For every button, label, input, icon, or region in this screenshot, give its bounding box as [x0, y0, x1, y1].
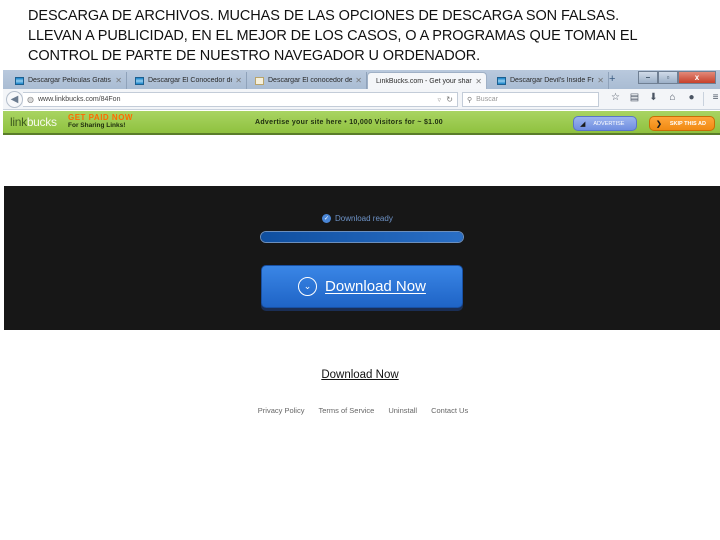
film-icon — [15, 76, 24, 85]
contact-us-link[interactable]: Contact Us — [431, 406, 468, 415]
promo-subline: For Sharing Links! — [68, 122, 126, 129]
menu-icon[interactable]: ≡ — [706, 92, 720, 106]
history-dropdown-icon[interactable]: ▿ — [437, 96, 441, 104]
reload-icon[interactable]: ↻ — [446, 95, 453, 104]
back-button[interactable]: ◀ — [6, 91, 23, 108]
tab-title: Descargar Peliculas Gratis Fu... — [28, 77, 112, 84]
skip-label: SKIP THIS AD — [669, 120, 706, 127]
promo-headline: GET PAID NOW — [68, 113, 133, 122]
slide-caption: DESCARGA DE ARCHIVOS. MUCHAS DE LAS OPCI… — [28, 6, 708, 66]
minimize-button[interactable]: – — [638, 71, 658, 84]
download-status: ✓ Download ready — [322, 214, 393, 223]
logo-link-text: link — [10, 115, 27, 129]
url-text: www.linkbucks.com/84Fon — [37, 96, 121, 103]
search-placeholder: Buscar — [476, 96, 498, 103]
close-tab-icon[interactable]: ✕ — [475, 77, 482, 86]
toolbar-icons: ☆ ▤ ⬇ ⌂ ● ≡ — [606, 92, 720, 106]
logo-bucks-text: bucks — [26, 115, 57, 129]
tab-strip: Descargar Peliculas Gratis Fu... ✕ Desca… — [3, 70, 720, 89]
new-tab-button[interactable]: + — [609, 73, 615, 85]
privacy-policy-link[interactable]: Privacy Policy — [258, 406, 305, 415]
close-tab-icon[interactable]: ✕ — [597, 76, 604, 85]
download-now-text-link[interactable]: Download Now — [0, 369, 720, 381]
maximize-button[interactable]: ▫ — [658, 71, 678, 84]
toolbar-divider — [703, 92, 704, 106]
sync-icon[interactable]: ● — [682, 92, 701, 106]
chevron-down-circle-icon: ⌄ — [298, 277, 318, 296]
window-controls: – ▫ x — [638, 71, 716, 85]
linkbucks-ad-bar: linkbucks GET PAID NOW For Sharing Links… — [3, 111, 720, 135]
tab-4-active[interactable]: LinkBucks.com - Get your share ✕ — [367, 72, 487, 89]
tab-title: Descargar El conocedor del la... — [268, 77, 353, 84]
search-icon: ⚲ — [467, 96, 473, 104]
document-icon — [255, 76, 264, 85]
tab-title: Descargar Devil's Inside Fri... — [510, 77, 595, 84]
terms-of-service-link[interactable]: Terms of Service — [318, 406, 374, 415]
tab-1[interactable]: Descargar Peliculas Gratis Fu... ✕ — [7, 72, 127, 89]
linkbucks-logo[interactable]: linkbucks — [10, 115, 57, 129]
address-bar[interactable]: ◍ www.linkbucks.com/84Fon ▿ ↻ — [23, 92, 458, 107]
caption-line-2: LLEVAN A PUBLICIDAD, EN EL MEJOR DE LOS … — [28, 28, 638, 44]
search-input[interactable]: ⚲ Buscar — [462, 92, 599, 107]
download-progress-bar — [260, 231, 464, 243]
download-now-label: Download Now — [325, 278, 426, 295]
advertise-label: ADVERTISE — [593, 120, 625, 127]
home-icon[interactable]: ⌂ — [663, 92, 682, 106]
reading-list-icon[interactable]: ▤ — [625, 92, 644, 106]
close-tab-icon[interactable]: ✕ — [235, 76, 242, 85]
advertise-button[interactable]: ◢ ADVERTISE — [573, 116, 637, 131]
download-hero-panel — [4, 186, 720, 330]
film-icon — [135, 76, 144, 85]
tab-5[interactable]: Descargar Devil's Inside Fri... ✕ — [489, 72, 609, 89]
advertise-promo-text[interactable]: Advertise your site here • 10,000 Visito… — [255, 119, 443, 126]
footer-links: Privacy Policy Terms of Service Uninstal… — [0, 406, 720, 415]
close-tab-icon[interactable]: ✕ — [115, 76, 122, 85]
skip-arrow-icon: ❯ — [656, 120, 662, 128]
megaphone-icon: ◢ — [580, 120, 586, 128]
download-now-button[interactable]: ⌄ Download Now — [261, 265, 463, 308]
navigation-bar: ◀ ◍ www.linkbucks.com/84Fon ▿ ↻ ⚲ Buscar… — [3, 89, 720, 110]
progress-fill — [261, 232, 463, 242]
bookmark-star-icon[interactable]: ☆ — [606, 92, 625, 106]
get-paid-promo[interactable]: GET PAID NOW For Sharing Links! — [68, 114, 133, 130]
caption-line-3: CONTROL DE PARTE DE NUESTRO NAVEGADOR U … — [28, 48, 481, 64]
uninstall-link[interactable]: Uninstall — [388, 406, 417, 415]
globe-icon: ◍ — [27, 95, 34, 104]
download-status-text: Download ready — [335, 214, 393, 223]
tab-2[interactable]: Descargar El Conocedor del L... ✕ — [127, 72, 247, 89]
close-window-button[interactable]: x — [678, 71, 716, 84]
close-tab-icon[interactable]: ✕ — [355, 76, 362, 85]
film-icon — [497, 76, 506, 85]
tab-title: LinkBucks.com - Get your share — [376, 77, 473, 85]
skip-ad-button[interactable]: ❯ SKIP THIS AD — [649, 116, 715, 131]
downloads-icon[interactable]: ⬇ — [644, 92, 663, 106]
caption-line-1: DESCARGA DE ARCHIVOS. MUCHAS DE LAS OPCI… — [28, 8, 620, 24]
tab-3[interactable]: Descargar El conocedor del la... ✕ — [247, 72, 367, 89]
back-arrow-icon: ◀ — [10, 94, 19, 105]
check-circle-icon: ✓ — [322, 214, 331, 223]
tab-title: Descargar El Conocedor del L... — [148, 77, 232, 84]
